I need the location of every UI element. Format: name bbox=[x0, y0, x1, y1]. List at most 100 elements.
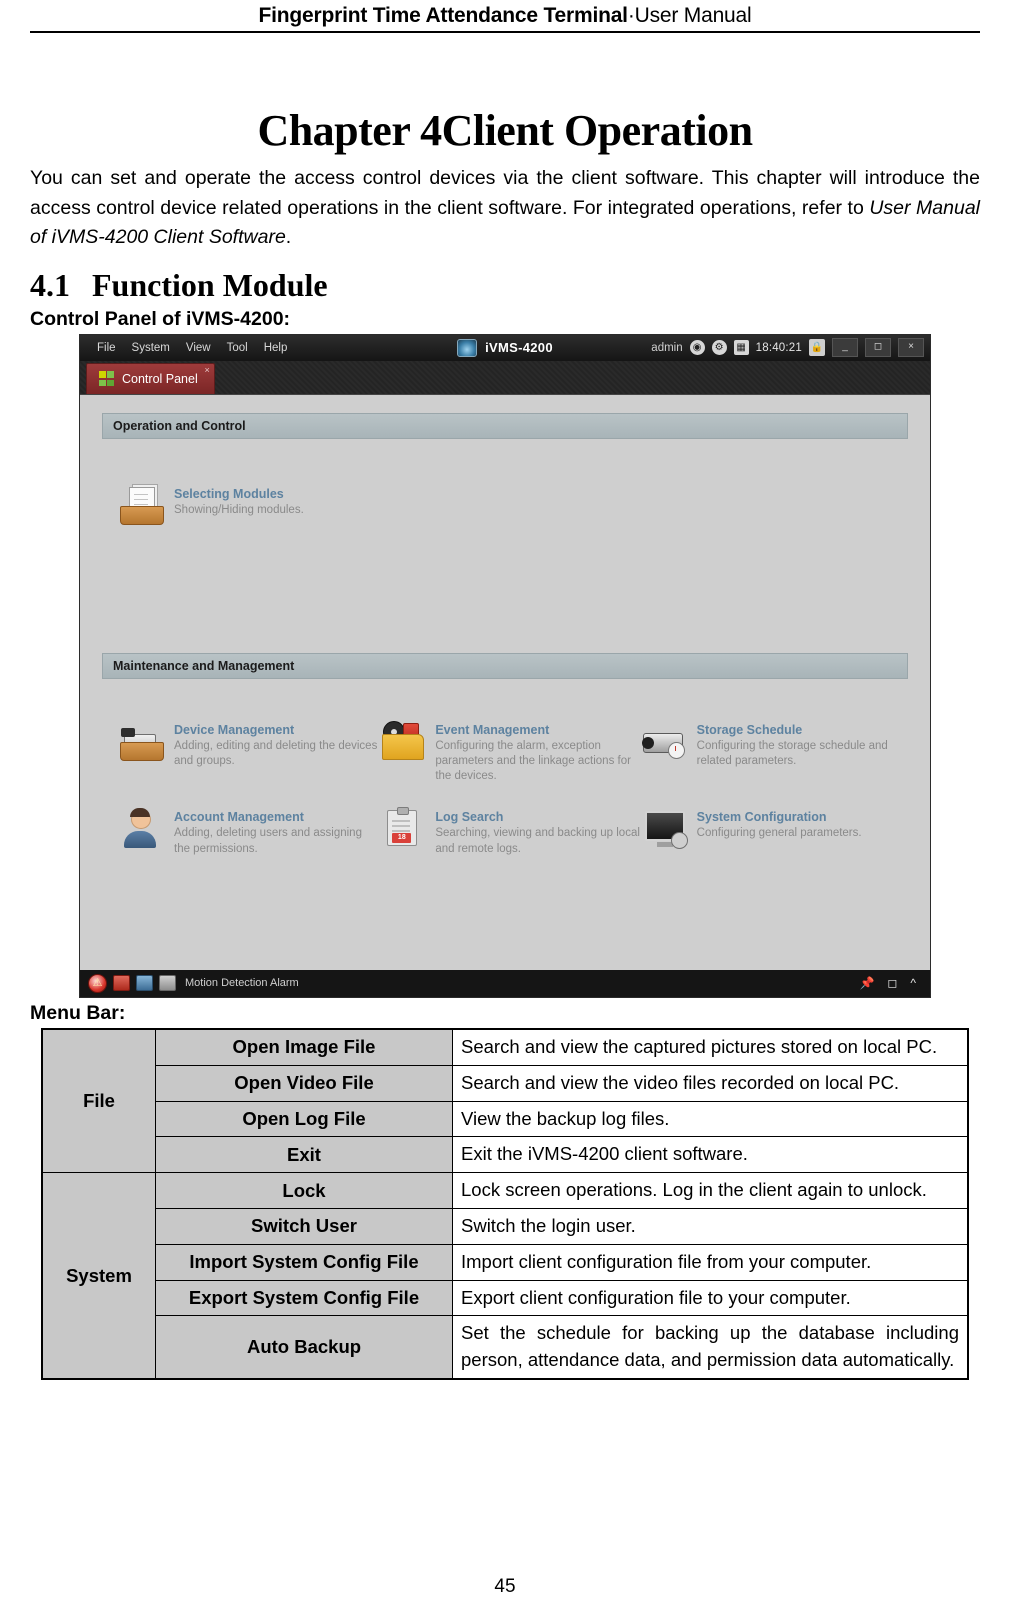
app-name-label: iVMS-4200 bbox=[485, 340, 553, 356]
table-row: Auto Backup Set the schedule for backing… bbox=[42, 1315, 969, 1380]
group-title-operation-and-control: Operation and Control bbox=[102, 412, 908, 439]
module-desc: Showing/Hiding modules. bbox=[174, 503, 304, 516]
clock-label: 18:40:21 bbox=[755, 341, 802, 354]
chapter-intro-paragraph: You can set and operate the access contr… bbox=[30, 164, 980, 253]
table-cell-item: Auto Backup bbox=[155, 1315, 453, 1380]
section-title: Function Module bbox=[92, 266, 328, 303]
minimize-button[interactable]: _ bbox=[832, 338, 858, 358]
log-search-icon: 18 bbox=[379, 807, 425, 848]
alarm-picture-icon[interactable] bbox=[136, 975, 153, 992]
titlebar-right-controls: admin ◉ ⚙ ▦ 18:40:21 🔒 _ ◻ × bbox=[651, 338, 926, 358]
intro-text-end: . bbox=[285, 226, 292, 249]
camera-logo-icon bbox=[457, 338, 478, 357]
status-bar-right-controls: 📌 ◻ ^ bbox=[859, 976, 922, 990]
close-icon[interactable]: × bbox=[204, 365, 209, 375]
module-log-search[interactable]: 18 Log Search Searching, viewing and bac… bbox=[379, 807, 640, 856]
table-row: Switch User Switch the login user. bbox=[42, 1207, 969, 1245]
module-desc: Configuring general parameters. bbox=[696, 827, 862, 840]
calendar-icon[interactable]: ▦ bbox=[733, 340, 749, 356]
status-bar-text: Motion Detection Alarm bbox=[185, 977, 299, 990]
module-title: System Configuration bbox=[696, 810, 827, 825]
module-selecting-modules[interactable]: Selecting Modules Showing/Hiding modules… bbox=[118, 485, 379, 525]
module-system-configuration[interactable]: System Configuration Configuring general… bbox=[641, 808, 902, 856]
table-row: Open Log File View the backup log files. bbox=[42, 1100, 969, 1138]
module-desc: Searching, viewing and backing up local … bbox=[435, 827, 640, 855]
menu-item-tool[interactable]: Tool bbox=[220, 340, 255, 356]
app-titlebar: File System View Tool Help iVMS-4200 adm… bbox=[80, 334, 930, 361]
alarm-warning-icon[interactable]: ⚠ bbox=[88, 973, 107, 993]
event-management-icon bbox=[379, 720, 425, 761]
header-separator: · bbox=[627, 4, 635, 27]
module-desc: Configuring the storage schedule and rel… bbox=[696, 739, 888, 768]
alarm-red-icon[interactable] bbox=[113, 975, 130, 992]
table-row: Export System Config File Export client … bbox=[42, 1279, 969, 1317]
module-title: Storage Schedule bbox=[696, 722, 803, 737]
module-title: Account Management bbox=[174, 810, 304, 825]
menu-item-file[interactable]: File bbox=[90, 340, 123, 356]
module-event-management[interactable]: Event Management Configuring the alarm, … bbox=[379, 720, 640, 785]
section-heading: 4.1 Function Module bbox=[30, 267, 980, 304]
group-title-maintenance-and-management: Maintenance and Management bbox=[102, 652, 908, 679]
table-cell-desc: Exit the iVMS-4200 client software. bbox=[452, 1136, 969, 1174]
app-menu-bar[interactable]: File System View Tool Help bbox=[90, 340, 294, 356]
maximize-button[interactable]: ◻ bbox=[865, 338, 891, 358]
table-cell-desc: Lock screen operations. Log in the clien… bbox=[452, 1172, 969, 1209]
table-cell-desc: Set the schedule for backing up the data… bbox=[452, 1315, 969, 1380]
module-title: Log Search bbox=[435, 810, 504, 825]
table-cell-item: Export System Config File bbox=[155, 1279, 453, 1317]
lock-icon[interactable]: 🔒 bbox=[809, 339, 825, 357]
collapse-icon[interactable]: ^ bbox=[910, 976, 916, 990]
close-button[interactable]: × bbox=[898, 338, 924, 358]
module-account-management[interactable]: Account Management Adding, deleting user… bbox=[118, 808, 379, 856]
group-maintenance-and-management: Maintenance and Management Device Manage… bbox=[102, 652, 908, 867]
alarm-sound-icon[interactable] bbox=[159, 975, 176, 992]
chapter-title: Chapter 4Client Operation bbox=[257, 106, 753, 155]
table-cell-category-file: File bbox=[41, 1028, 156, 1174]
pin-icon[interactable]: 📌 bbox=[859, 976, 874, 990]
header-rule bbox=[30, 31, 980, 33]
storage-schedule-icon bbox=[641, 721, 687, 761]
system-configuration-icon bbox=[641, 808, 688, 850]
table-cell-desc: Export client configuration file to your… bbox=[452, 1279, 969, 1317]
document-header: Fingerprint Time Attendance Terminal·Use… bbox=[30, 0, 980, 31]
module-desc: Configuring the alarm, exception paramet… bbox=[435, 739, 631, 783]
menu-bar-label: Menu Bar: bbox=[30, 1001, 126, 1024]
window-icon[interactable]: ◻ bbox=[887, 976, 897, 990]
table-cell-item: Open Video File bbox=[155, 1064, 453, 1102]
module-storage-schedule[interactable]: Storage Schedule Configuring the storage… bbox=[641, 721, 902, 785]
menu-bar-table: File Open Image File Search and view the… bbox=[41, 1027, 969, 1380]
globe-icon[interactable]: ◉ bbox=[689, 340, 705, 356]
grid-icon bbox=[99, 371, 114, 387]
header-title-bold: Fingerprint Time Attendance Terminal bbox=[258, 4, 629, 27]
tab-control-panel-label: Control Panel bbox=[122, 371, 198, 386]
group-operation-and-control: Operation and Control Selecting Modules … bbox=[102, 412, 908, 535]
module-desc: Adding, deleting users and assigning the… bbox=[174, 827, 362, 855]
gear-icon[interactable]: ⚙ bbox=[711, 340, 727, 356]
table-cell-item: Exit bbox=[155, 1136, 453, 1174]
app-tab-strip: Control Panel × bbox=[80, 360, 930, 395]
current-user-label: admin bbox=[651, 341, 683, 354]
account-management-icon bbox=[118, 808, 164, 849]
module-title: Device Management bbox=[174, 722, 295, 737]
menu-item-view[interactable]: View bbox=[179, 340, 218, 356]
table-cell-desc: Search and view the captured pictures st… bbox=[452, 1028, 969, 1066]
module-title: Event Management bbox=[435, 722, 550, 737]
tab-control-panel[interactable]: Control Panel × bbox=[86, 362, 215, 394]
table-row: Import System Config File Import client … bbox=[42, 1243, 969, 1281]
menu-item-system[interactable]: System bbox=[125, 340, 177, 356]
table-cell-item: Open Image File bbox=[155, 1028, 453, 1066]
table-cell-desc: Search and view the video files recorded… bbox=[452, 1064, 969, 1102]
intro-text-part1: You can set and operate the access contr… bbox=[30, 167, 980, 219]
section-number: 4.1 bbox=[30, 266, 70, 303]
table-row: Open Video File Search and view the vide… bbox=[42, 1064, 969, 1102]
table-cell-category-system: System bbox=[41, 1172, 156, 1380]
menu-item-help[interactable]: Help bbox=[257, 340, 295, 356]
control-panel-body: Operation and Control Selecting Modules … bbox=[80, 394, 930, 970]
table-row: Exit Exit the iVMS-4200 client software. bbox=[42, 1136, 969, 1174]
module-device-management[interactable]: Device Management Adding, editing and de… bbox=[118, 721, 379, 785]
page-number: 45 bbox=[494, 1576, 516, 1597]
table-row: File Open Image File Search and view the… bbox=[41, 1028, 969, 1174]
ivms-client-screenshot: File System View Tool Help iVMS-4200 adm… bbox=[79, 333, 931, 998]
table-row: System Lock Lock screen operations. Log … bbox=[41, 1172, 969, 1380]
table-cell-item: Switch User bbox=[155, 1207, 453, 1245]
